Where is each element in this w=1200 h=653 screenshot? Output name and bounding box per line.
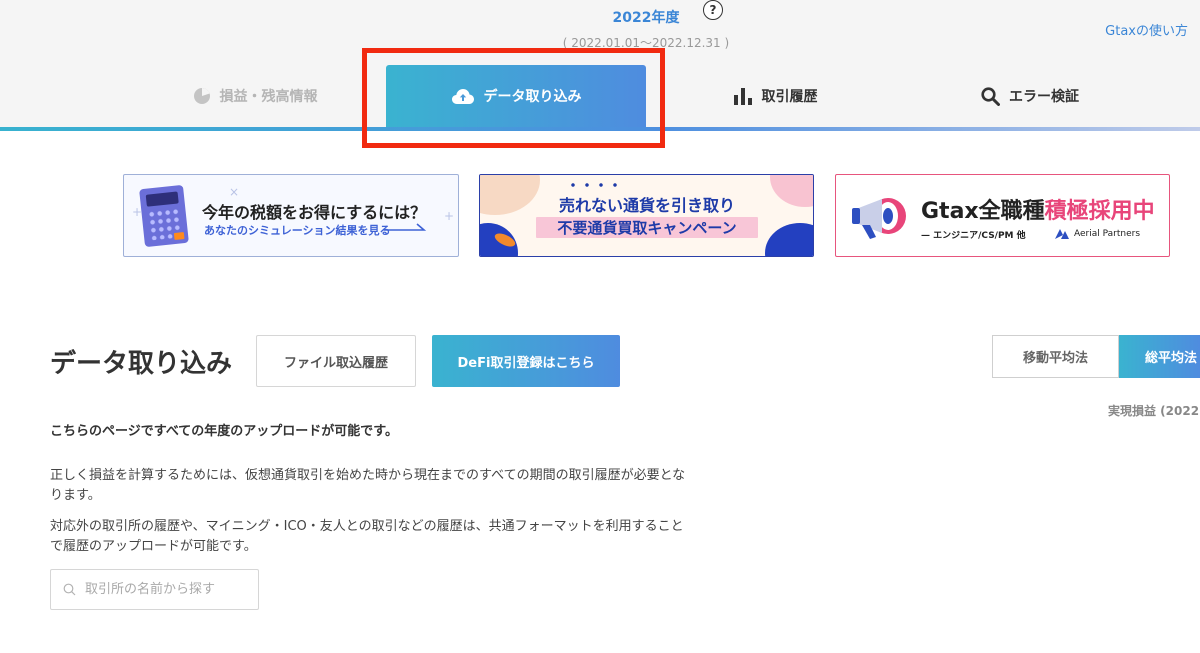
banner-title: Gtax全職種積極採用中 xyxy=(921,193,1155,225)
exchange-search-input[interactable] xyxy=(83,581,247,598)
tab-error-check[interactable]: エラー検証 xyxy=(950,65,1110,127)
search-icon xyxy=(63,583,76,596)
tab-profit-loss[interactable]: 損益・残高情報 xyxy=(150,65,360,127)
tab-transaction-history[interactable]: 取引履歴 xyxy=(690,65,860,127)
decoration-blob xyxy=(480,175,540,215)
header-divider xyxy=(0,127,1200,131)
defi-register-button[interactable]: DeFi取引登録はこちら xyxy=(432,335,620,387)
file-import-history-button[interactable]: ファイル取込履歴 xyxy=(256,335,416,387)
page-title: データ取り込み xyxy=(50,349,233,379)
exchange-search[interactable] xyxy=(50,569,259,610)
tab-label: データ取り込み xyxy=(483,89,582,105)
total-average-button[interactable]: 総平均法 xyxy=(1119,335,1200,378)
realized-pl-label: 実現損益 (2022 xyxy=(1108,404,1200,418)
pie-chart-icon xyxy=(193,88,210,104)
aerial-logo-icon xyxy=(1055,229,1069,239)
decoration-blob xyxy=(770,175,813,207)
tab-label: エラー検証 xyxy=(1009,89,1079,105)
tax-simulation-banner[interactable]: × + + 今年の税額をお得にするには？ あなたのシミュレーション結果を見る xyxy=(123,174,459,257)
description-paragraph: 対応外の取引所の履歴や、マイニング・ICO・友人との取引などの履歴は、共通フォー… xyxy=(50,519,684,554)
description-paragraph: 正しく損益を計算するためには、仮想通貨取引を始めた時から現在までのすべての期間の… xyxy=(50,468,686,503)
recruit-banner[interactable]: Gtax全職種積極採用中 — エンジニア/CS/PM 他 Aerial Part… xyxy=(835,174,1170,257)
tab-data-import[interactable]: データ取り込み xyxy=(386,65,646,127)
arrow-right-icon xyxy=(384,223,427,231)
guide-link[interactable]: Gtaxの使い方 xyxy=(1070,20,1188,39)
decoration-blob xyxy=(765,223,813,256)
banner-title: 売れない通貨を引き取り xyxy=(558,196,735,215)
banner-subtitle: — エンジニア/CS/PM 他 xyxy=(921,231,1026,241)
bar-chart-icon xyxy=(733,88,752,105)
partner-logo: Aerial Partners xyxy=(1054,228,1140,240)
campaign-banner[interactable]: 売れない通貨を引き取り 不要通貨買取キャンペーン xyxy=(479,174,814,257)
partner-name: Aerial Partners xyxy=(1074,229,1141,239)
tab-label: 取引履歴 xyxy=(761,89,818,105)
fiscal-year-range: ( 2022.01.01〜2022.12.31 ) xyxy=(562,36,730,50)
title-accent: 積極採用中 xyxy=(1044,199,1155,224)
calculation-method-toggle: 移動平均法 総平均法 xyxy=(992,335,1200,378)
megaphone-icon xyxy=(852,198,906,239)
brand-name: Gtax xyxy=(921,199,979,224)
moving-average-button[interactable]: 移動平均法 xyxy=(992,335,1119,378)
tab-label: 損益・残高情報 xyxy=(219,89,318,105)
help-icon[interactable]: ? xyxy=(703,0,723,20)
decoration-plus: + xyxy=(444,209,455,223)
banner-subtitle: あなたのシミュレーション結果を見る xyxy=(204,224,391,237)
lead-text: こちらのページですべての年度のアップロードが可能です。 xyxy=(50,424,399,439)
search-icon xyxy=(981,86,1000,106)
decoration-dots xyxy=(566,183,626,187)
decoration-cross: × xyxy=(229,185,240,199)
banner-title: 今年の税額をお得にするには？ xyxy=(202,203,427,222)
cloud-upload-icon xyxy=(451,89,474,104)
banner-subtitle: 不要通貨買取キャンペーン xyxy=(536,217,758,238)
title-plain: 全職種 xyxy=(978,199,1045,224)
calculator-icon xyxy=(139,184,189,248)
